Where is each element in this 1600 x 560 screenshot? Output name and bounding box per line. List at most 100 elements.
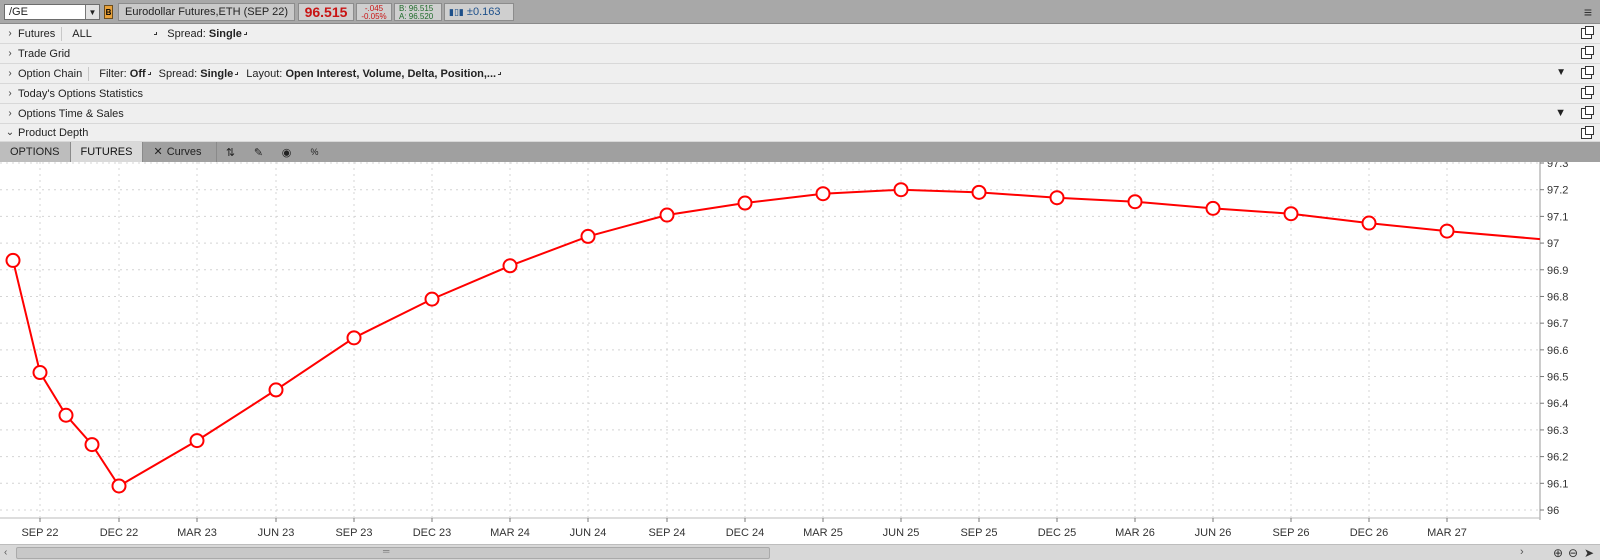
x-axis: SEP 22 DEC 22 MAR 23 JUN 23 SEP 23 DEC 23 MAR …: [21, 518, 1467, 539]
y-tick-label: 96.9: [1547, 265, 1568, 277]
popout-icon[interactable]: [1581, 66, 1594, 79]
y-tick-label: 96.2: [1547, 452, 1568, 464]
layout-value: Open Interest, Volume, Delta, Position,.…: [285, 67, 497, 80]
section-futures-label: Futures: [18, 27, 56, 40]
symbol-dropdown-icon[interactable]: ▼: [85, 5, 99, 19]
quote-bar: /GE ▼ B Eurodollar Futures,ETH (SEP 22) …: [0, 0, 1600, 24]
net-change: -.045 -0.05%: [356, 3, 392, 21]
spread-label: Spread:: [158, 67, 198, 80]
link-badge[interactable]: B: [104, 5, 113, 19]
product-depth-tabbar: OPTIONS FUTURES ✕ Curves ⇅ ✎ ◉ %: [0, 142, 1600, 162]
chevron-right-icon[interactable]: ›: [4, 88, 16, 99]
y-tick-label: 96.8: [1547, 291, 1568, 303]
implied-move: ▮▯▮ ±0.163: [444, 3, 514, 21]
divider: [88, 66, 90, 81]
x-tick-label: DEC 22: [100, 527, 139, 539]
spread-value: Single: [200, 67, 234, 80]
chevron-right-icon[interactable]: ›: [4, 68, 16, 79]
chart-scrollbar[interactable]: ‹ ═ › ⊕ ⊖ ➤: [0, 544, 1600, 560]
section-product-depth[interactable]: ⌄ Product Depth: [0, 124, 1600, 142]
zoom-in-icon[interactable]: ⊕: [1553, 546, 1563, 560]
section-futures[interactable]: › Futures ALL Spread: Single: [0, 24, 1600, 44]
chevron-down-icon[interactable]: ⌄: [4, 127, 16, 138]
curve-point: [1361, 215, 1377, 231]
dropdown-corner-icon: [147, 72, 151, 75]
curves-dropdown[interactable]: ✕ Curves: [143, 142, 217, 162]
cursor-icon[interactable]: ➤: [1584, 546, 1594, 560]
curve-point: [502, 258, 518, 274]
curve-point: [815, 186, 831, 202]
curve-line: [12, 188, 1541, 488]
option-layout-dropdown[interactable]: Layout: Open Interest, Volume, Delta, Po…: [246, 68, 496, 80]
option-spread-dropdown[interactable]: Spread: Single: [159, 68, 234, 80]
futures-filter-value: ALL: [72, 27, 92, 40]
filter-value: Off: [129, 67, 146, 80]
x-tick-label: JUN 26: [1195, 527, 1232, 539]
chevron-right-icon[interactable]: ›: [4, 108, 16, 119]
popout-icon[interactable]: [1581, 26, 1594, 39]
filter-label: Filter:: [99, 67, 127, 80]
filter-funnel-icon[interactable]: ▼: [1555, 107, 1566, 119]
curve-point: [424, 291, 440, 307]
menu-icon[interactable]: ≡: [1584, 4, 1592, 20]
section-trade-grid[interactable]: › Trade Grid: [0, 44, 1600, 64]
spread-value: Single: [208, 27, 242, 40]
chevron-right-icon[interactable]: ›: [4, 48, 16, 59]
tab-options[interactable]: OPTIONS: [0, 142, 71, 162]
section-time-sales[interactable]: › Options Time & Sales ▼: [0, 104, 1600, 124]
section-todays-stats[interactable]: › Today's Options Statistics: [0, 84, 1600, 104]
section-todays-stats-label: Today's Options Statistics: [18, 87, 143, 100]
curve-point: [737, 195, 753, 211]
collapse-all-icon[interactable]: ▼: [1556, 67, 1566, 78]
x-tick-label: DEC 24: [726, 527, 765, 539]
percent-toggle[interactable]: %: [301, 142, 329, 162]
section-time-sales-label: Options Time & Sales: [18, 107, 124, 120]
popout-icon[interactable]: [1581, 46, 1594, 59]
x-tick-label: MAR 23: [177, 527, 217, 539]
futures-spread-dropdown[interactable]: Spread: Single: [167, 28, 242, 40]
symbol-input[interactable]: /GE ▼: [4, 4, 100, 20]
scroll-right-arrow[interactable]: ›: [1520, 546, 1524, 558]
dropdown-corner-icon: [154, 32, 158, 35]
section-product-depth-label: Product Depth: [18, 126, 89, 139]
swap-icon[interactable]: ⇅: [217, 142, 245, 162]
curve-point: [659, 207, 675, 223]
tab-futures[interactable]: FUTURES: [70, 142, 144, 162]
y-tick-label: 96.6: [1547, 345, 1568, 357]
chart-svg: 96 96.1 96.2 96.3 96.4 96.5 96.6 96.7 96.8 96.9 97…: [0, 158, 1568, 539]
y-tick-label: 96.5: [1547, 372, 1568, 384]
ask-value: A: 96.520: [399, 12, 434, 21]
x-tick-label: JUN 25: [883, 527, 920, 539]
chevron-right-icon[interactable]: ›: [4, 28, 16, 39]
y-tick-label: 96: [1547, 505, 1559, 517]
section-trade-grid-label: Trade Grid: [18, 47, 71, 60]
futures-curve-chart[interactable]: 96 96.1 96.2 96.3 96.4 96.5 96.6 96.7 96.8 96.9 97…: [0, 158, 1600, 544]
x-tick-label: MAR 25: [803, 527, 843, 539]
divider: [61, 26, 63, 41]
curve-point: [58, 407, 74, 423]
scroll-grip-icon: ═: [383, 546, 390, 556]
zoom-out-icon[interactable]: ⊖: [1568, 546, 1578, 560]
curve-point: [346, 330, 362, 346]
x-tick-label: MAR 26: [1115, 527, 1155, 539]
option-filter-dropdown[interactable]: Filter: Off: [99, 68, 145, 80]
x-tick-label: DEC 23: [413, 527, 452, 539]
scroll-left-arrow[interactable]: ‹: [4, 547, 7, 558]
x-tick-label: DEC 25: [1038, 527, 1077, 539]
y-tick-label: 97.2: [1547, 185, 1568, 197]
popout-icon[interactable]: [1581, 126, 1594, 139]
symbol-text: /GE: [9, 6, 28, 18]
popout-icon[interactable]: [1581, 86, 1594, 99]
scroll-thumb[interactable]: ═: [16, 546, 770, 559]
curve-point: [5, 252, 21, 268]
x-tick-label: DEC 26: [1350, 527, 1389, 539]
popout-icon[interactable]: [1581, 106, 1594, 119]
camera-icon[interactable]: ◉: [273, 142, 301, 162]
draw-icon[interactable]: ✎: [245, 142, 273, 162]
curve-point: [189, 433, 205, 449]
x-tick-label: SEP 23: [335, 527, 372, 539]
x-tick-label: MAR 27: [1427, 527, 1467, 539]
futures-filter-dropdown[interactable]: ALL: [72, 28, 152, 40]
section-option-chain[interactable]: › Option Chain Filter: Off Spread: Singl…: [0, 64, 1600, 84]
layout-label: Layout:: [246, 67, 283, 80]
